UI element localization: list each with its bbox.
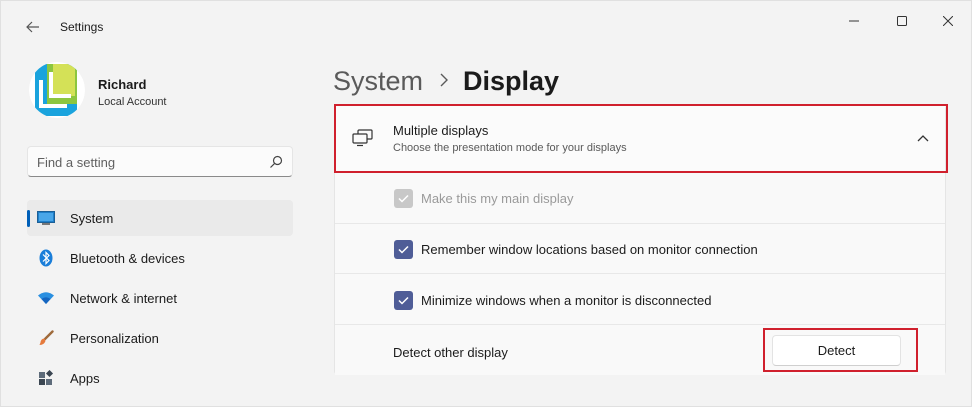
- chevron-up-icon[interactable]: [917, 134, 929, 142]
- apps-icon: [37, 369, 55, 387]
- sidebar-item-apps[interactable]: Apps: [27, 360, 293, 396]
- user-name: Richard: [98, 77, 147, 92]
- brush-icon: [37, 329, 55, 347]
- search-icon[interactable]: [268, 154, 284, 170]
- multiple-displays-title: Multiple displays: [393, 123, 489, 138]
- checkmark-icon: [398, 296, 409, 305]
- search-input[interactable]: [37, 153, 257, 171]
- remember-locations-label: Remember window locations based on monit…: [421, 242, 758, 257]
- option-row-main-display: Make this my main display: [335, 172, 945, 223]
- remember-locations-checkbox[interactable]: [394, 240, 413, 259]
- sidebar-item-personalization[interactable]: Personalization: [27, 320, 293, 356]
- avatar[interactable]: [29, 62, 85, 118]
- minimize-windows-label: Minimize windows when a monitor is disco…: [421, 293, 712, 308]
- main-display-checkbox[interactable]: [394, 189, 413, 208]
- main-display-label: Make this my main display: [421, 191, 574, 206]
- checkmark-icon: [398, 245, 409, 254]
- app-title: Settings: [60, 20, 104, 34]
- sidebar-item-label: Network & internet: [70, 290, 177, 306]
- sidebar-item-label: System: [70, 210, 114, 226]
- settings-window: Settings Richard Local Account Find a se…: [0, 0, 972, 407]
- maximize-icon: [897, 16, 907, 26]
- sidebar-item-bluetooth[interactable]: Bluetooth & devices: [27, 240, 293, 276]
- page-title: Display: [463, 65, 560, 96]
- avatar-logo-icon: [29, 62, 85, 118]
- chevron-right-icon: [439, 68, 449, 94]
- wifi-icon: [37, 289, 55, 307]
- multiple-displays-subtitle: Choose the presentation mode for your di…: [393, 142, 627, 154]
- sidebar-item-label: Apps: [70, 370, 100, 386]
- close-button[interactable]: [925, 7, 971, 35]
- search-box: [27, 146, 293, 177]
- breadcrumb: System Display: [333, 63, 559, 99]
- option-row-remember-locations: Remember window locations based on monit…: [335, 223, 945, 273]
- multiple-displays-header[interactable]: Multiple displays Choose the presentatio…: [335, 106, 945, 172]
- minimize-windows-checkbox[interactable]: [394, 291, 413, 310]
- back-arrow-icon: [26, 21, 39, 33]
- back-button[interactable]: [21, 15, 45, 39]
- bluetooth-icon: [37, 249, 55, 267]
- breadcrumb-parent[interactable]: System: [333, 66, 423, 97]
- close-icon: [943, 16, 953, 26]
- sidebar-item-system[interactable]: System: [27, 200, 293, 236]
- detect-button[interactable]: Detect: [772, 335, 901, 366]
- multiple-displays-icon: [352, 129, 373, 147]
- minimize-button[interactable]: [831, 7, 877, 35]
- sidebar-item-label: Bluetooth & devices: [70, 250, 185, 266]
- title-bar: Settings: [1, 1, 971, 41]
- sidebar-item-network[interactable]: Network & internet: [27, 280, 293, 316]
- minimize-icon: [849, 20, 859, 22]
- maximize-button[interactable]: [879, 7, 925, 35]
- option-row-minimize-windows: Minimize windows when a monitor is disco…: [335, 273, 945, 324]
- checkmark-icon: [398, 194, 409, 203]
- system-icon: [37, 209, 55, 227]
- detect-display-label: Detect other display: [393, 345, 508, 360]
- selection-indicator: [27, 210, 30, 227]
- account-type: Local Account: [98, 96, 167, 108]
- sidebar-item-label: Personalization: [70, 330, 159, 346]
